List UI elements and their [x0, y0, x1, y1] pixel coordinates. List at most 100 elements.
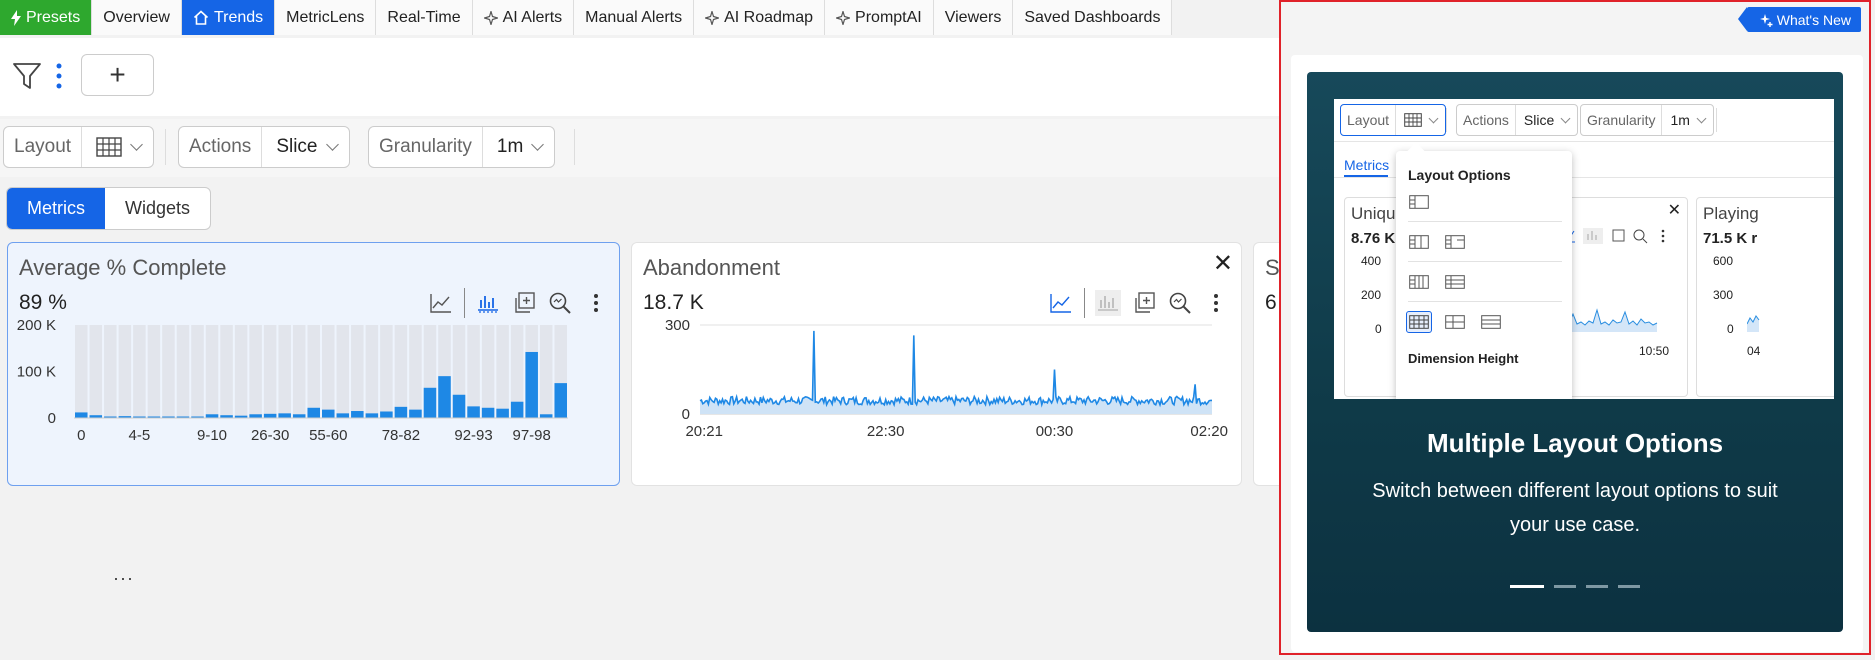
bar-background: [278, 325, 291, 418]
tab-label: AI Roadmap: [724, 8, 814, 26]
slide-pagination: [1307, 585, 1843, 588]
bar: [380, 411, 393, 418]
tab-trends[interactable]: Trends: [181, 0, 276, 35]
bar-background: [409, 325, 422, 418]
filter-icon[interactable]: [12, 61, 42, 91]
divider: [165, 129, 166, 165]
shot-tick: 10:50: [1638, 344, 1669, 358]
bar: [539, 414, 553, 418]
bar: [481, 407, 495, 418]
tab-saved-dashboards[interactable]: Saved Dashboards: [1013, 0, 1173, 35]
shot-metrics-tab: Metrics: [1344, 157, 1390, 173]
metric-card-avg-complete[interactable]: Average % Complete 89 % 200 K 100 K 0 0 4-5 9…: [7, 242, 620, 486]
top-nav: Presets Overview Trends MetricLens Real-…: [0, 0, 1173, 35]
bar-background: [104, 325, 117, 418]
chevron-down-icon: [531, 138, 545, 151]
shot-tick: 600: [1713, 254, 1734, 268]
tab-presets[interactable]: Presets: [0, 0, 93, 35]
layout-1-col-icon: [1406, 191, 1432, 213]
close-icon[interactable]: ✕: [1213, 249, 1233, 278]
x-tick-label: 78-82: [382, 427, 420, 443]
tab-metrics[interactable]: Metrics: [7, 188, 105, 229]
x-tick-label: 97-98: [512, 427, 550, 443]
divider: [1446, 108, 1447, 132]
shot-tick: 400: [1361, 254, 1382, 268]
tab-widgets[interactable]: Widgets: [105, 188, 210, 229]
grid-layout-icon: [1404, 113, 1422, 127]
bar-background: [263, 325, 277, 418]
layout-3-col-alt-icon: [1442, 271, 1468, 293]
shot-actions-label: Actions: [1457, 105, 1516, 135]
tab-promptai[interactable]: PromptAI: [825, 0, 934, 35]
bar-background: [467, 325, 480, 418]
tab-real-time[interactable]: Real-Time: [376, 0, 473, 35]
tab-manual-alerts[interactable]: Manual Alerts: [574, 0, 695, 35]
granularity-select[interactable]: Granularity 1m: [368, 126, 556, 168]
tab-metriclens[interactable]: MetricLens: [275, 0, 377, 35]
slide-dot[interactable]: [1586, 585, 1608, 588]
sparkle-plus-icon: [1759, 13, 1773, 27]
add-filter-button[interactable]: + ···: [81, 54, 154, 588]
filter-bar: + ···: [0, 38, 1280, 588]
bar-background: [292, 325, 306, 418]
more-vertical-icon[interactable]: [55, 62, 63, 90]
metric-card-abandonment[interactable]: Abandonment 18.7 K ✕ 300 0 20:21 22:30 00:30…: [631, 242, 1242, 486]
y-tick-label: 200 K: [17, 317, 56, 334]
y-tick-label: 0: [48, 410, 56, 427]
bar-background: [162, 325, 175, 418]
control-bar: Layout Actions Slice Granularity 1m: [0, 119, 1280, 177]
sparkle-icon: [836, 10, 851, 25]
divider: [574, 129, 575, 165]
shot-card-title: Uniqu: [1351, 204, 1396, 223]
slide-dot[interactable]: [1554, 585, 1576, 588]
slide-dot[interactable]: [1510, 585, 1544, 588]
bar-background: [481, 325, 495, 418]
shot-tick: 04: [1747, 344, 1761, 358]
divider: [1408, 221, 1562, 222]
divider: [1408, 301, 1562, 302]
shot-tick: 200: [1361, 288, 1382, 302]
card-title: Abandonment: [643, 255, 780, 280]
abandonment-area-chart: 300 020:21 22:30 00:30 02:20: [665, 317, 1228, 440]
layout-rows-icon: [1442, 311, 1468, 333]
x-tick-label: 4-5: [129, 427, 151, 443]
actions-select[interactable]: Actions Slice: [178, 126, 350, 168]
tab-viewers[interactable]: Viewers: [933, 0, 1014, 35]
bar-background: [394, 325, 408, 418]
bar-background: [75, 325, 88, 418]
bar: [292, 414, 306, 418]
view-tabs: Metrics Widgets: [6, 187, 212, 230]
bar-background: [249, 325, 262, 418]
avg-complete-bar-chart: 200 K 100 K 0 0 4-5 9-10 26-30 55-60 78-82 92-93 9…: [17, 317, 568, 443]
bar-background: [539, 325, 553, 418]
layout-3-col-icon: [1406, 271, 1432, 293]
shot-actions-value: Slice: [1523, 112, 1555, 128]
tab-overview[interactable]: Overview: [92, 0, 182, 35]
bar: [322, 409, 335, 418]
tab-label: Saved Dashboards: [1024, 8, 1161, 26]
bar: [525, 351, 538, 418]
lightning-icon: [11, 9, 21, 26]
bar-background: [380, 325, 393, 418]
y-tick-label: 300: [665, 317, 690, 334]
bar-background: [496, 325, 509, 418]
layout-select[interactable]: Layout: [3, 126, 155, 168]
bar-background: [322, 325, 335, 418]
slide-description: Switch between different layout options …: [1372, 480, 1778, 536]
sparkle-icon: [705, 10, 720, 25]
tab-ai-roadmap[interactable]: AI Roadmap: [694, 0, 826, 35]
whats-new-label: What's New: [1776, 11, 1851, 28]
tab-ai-alerts[interactable]: AI Alerts: [472, 0, 575, 35]
tab-presets-label: Presets: [26, 8, 81, 26]
whats-new-button[interactable]: What's New: [1737, 7, 1861, 32]
x-tick-label: 55-60: [309, 427, 347, 443]
bar: [278, 413, 291, 418]
shot-layout-select: Layout: [1340, 104, 1447, 136]
bar: [510, 401, 524, 418]
bar: [467, 406, 480, 418]
chevron-down-icon: [1428, 113, 1439, 123]
bar: [249, 414, 262, 418]
bar-background: [176, 325, 190, 418]
slide-dot[interactable]: [1618, 585, 1640, 588]
bar: [423, 387, 437, 418]
